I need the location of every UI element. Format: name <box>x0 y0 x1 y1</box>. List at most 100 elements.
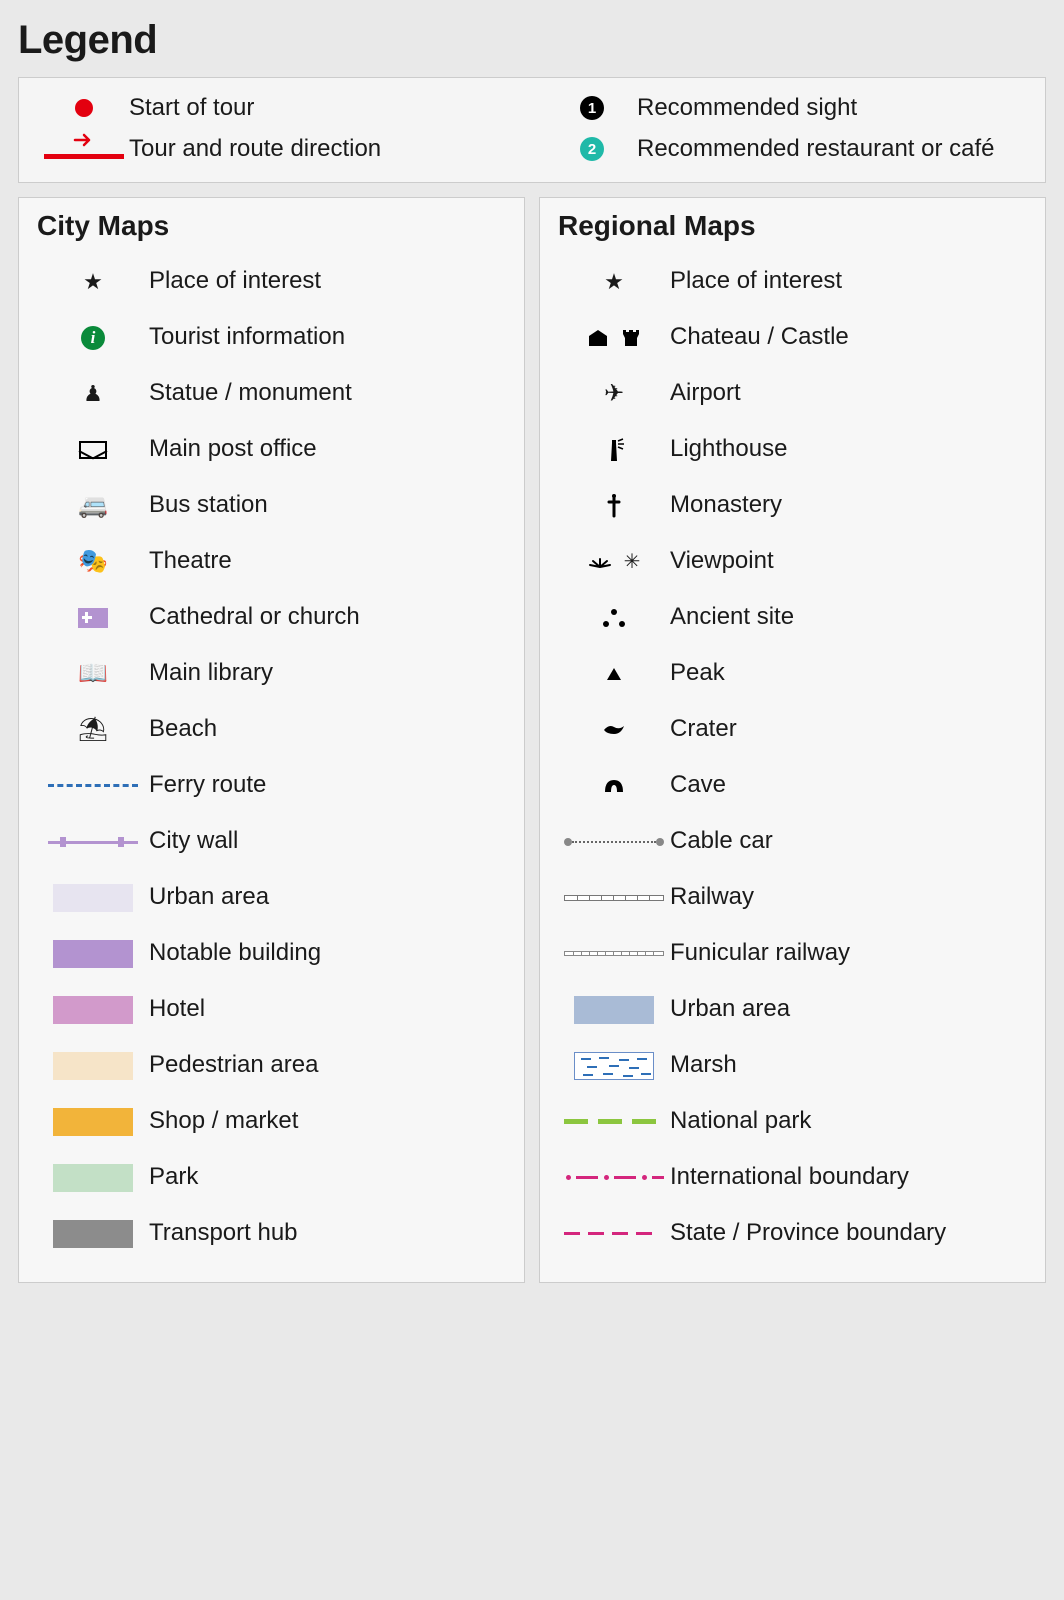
sw-ped-swatch-icon <box>53 1052 133 1080</box>
monastery-icon <box>606 494 622 518</box>
star-icon: ★ <box>83 269 103 295</box>
city-item-beach: ⛱ Beach <box>37 702 506 758</box>
regional-label: Ancient site <box>670 603 794 632</box>
city-maps-heading: City Maps <box>37 210 506 242</box>
city-item-ferry: Ferry route <box>37 758 506 814</box>
cable-car-icon <box>564 838 664 846</box>
sw-notable-swatch-icon <box>53 940 133 968</box>
legend-columns: City Maps ★ Place of interest iTourist inf… <box>18 197 1046 1283</box>
regional-item-airport: ✈ Airport <box>558 366 1027 422</box>
sw-hotel-swatch-icon <box>53 996 133 1024</box>
city-label: Hotel <box>149 995 205 1024</box>
city-label: Main post office <box>149 435 317 464</box>
regional-label: International boundary <box>670 1163 909 1192</box>
legend-row-restaurant: 2 Recommended restaurant or café <box>547 135 1025 164</box>
peak-icon <box>607 668 621 680</box>
tour-direction-icon <box>44 135 124 163</box>
regional-label: Cable car <box>670 827 773 856</box>
airport-icon: ✈ <box>604 382 624 406</box>
regional-item-marsh: Marsh <box>558 1038 1027 1094</box>
funicular-icon <box>564 951 664 956</box>
city-maps-panel: City Maps ★ Place of interest iTourist inf… <box>18 197 525 1283</box>
city-item-post: Main post office <box>37 422 506 478</box>
city-label: Transport hub <box>149 1219 298 1248</box>
regional-item-cablecar: Cable car <box>558 814 1027 870</box>
regional-item-railway: Railway <box>558 870 1027 926</box>
crater-icon <box>601 722 627 738</box>
regional-item-natpark: National park <box>558 1094 1027 1150</box>
city-item-sw-hotel: Hotel <box>37 982 506 1038</box>
church-icon <box>78 608 108 628</box>
city-label: Tourist information <box>149 323 345 352</box>
regional-label: Marsh <box>670 1051 737 1080</box>
legend-row-direction: Tour and route direction <box>39 135 517 164</box>
regional-label: State / Province boundary <box>670 1219 946 1248</box>
cave-icon <box>603 776 625 796</box>
regional-label: Chateau / Castle <box>670 323 849 352</box>
regional-label: Peak <box>670 659 725 688</box>
tour-legend-box: Start of tour 1 Recommended sight Tour a… <box>18 77 1046 183</box>
city-label: Statue / monument <box>149 379 352 408</box>
regional-item-intl: International boundary <box>558 1150 1027 1206</box>
sw-urban-reg-swatch-icon <box>574 996 654 1024</box>
ancient-site-icon <box>603 609 625 627</box>
railway-icon <box>564 895 664 901</box>
bus-icon: 🚐 <box>78 494 108 518</box>
city-item-citywall: City wall <box>37 814 506 870</box>
city-item-info: iTourist information <box>37 310 506 366</box>
lighthouse-icon <box>601 437 627 463</box>
city-label: Place of interest <box>149 267 321 296</box>
regional-label: Railway <box>670 883 754 912</box>
legend-row-start: Start of tour <box>39 94 517 123</box>
sight-number-icon: 1 <box>580 96 604 120</box>
city-item-bus: 🚐 Bus station <box>37 478 506 534</box>
city-label: Park <box>149 1163 198 1192</box>
sw-urban-city-swatch-icon <box>53 884 133 912</box>
marsh-icon <box>574 1052 654 1080</box>
city-item-sw-urban-city: Urban area <box>37 870 506 926</box>
city-item-church: Cathedral or church <box>37 590 506 646</box>
city-item-sw-notable: Notable building <box>37 926 506 982</box>
city-label: Notable building <box>149 939 321 968</box>
city-item-theatre: 🎭Theatre <box>37 534 506 590</box>
restaurant-label: Recommended restaurant or café <box>637 135 995 164</box>
regional-item-peak: Peak <box>558 646 1027 702</box>
city-item-sw-ped: Pedestrian area <box>37 1038 506 1094</box>
regional-item-viewpoint: ✳Viewpoint <box>558 534 1027 590</box>
regional-label: Urban area <box>670 995 790 1024</box>
library-icon: 📖 <box>78 662 108 686</box>
sw-transport-swatch-icon <box>53 1220 133 1248</box>
ferry-route-icon <box>48 784 138 787</box>
restaurant-number-icon: 2 <box>580 137 604 161</box>
city-label: Pedestrian area <box>149 1051 318 1080</box>
theatre-icon: 🎭 <box>78 550 108 574</box>
city-item-sw-transport: Transport hub <box>37 1206 506 1262</box>
start-dot-icon <box>75 99 93 117</box>
city-label: Beach <box>149 715 217 744</box>
regional-item-funicular: Funicular railway <box>558 926 1027 982</box>
post-office-icon <box>79 441 107 459</box>
city-label: Ferry route <box>149 771 266 800</box>
regional-item-cave: Cave <box>558 758 1027 814</box>
regional-label: Airport <box>670 379 741 408</box>
intl-boundary-icon <box>564 1175 664 1180</box>
castle-icon <box>587 328 641 348</box>
star-icon: ★ <box>604 269 624 295</box>
regional-item-castle: Chateau / Castle <box>558 310 1027 366</box>
city-label: Cathedral or church <box>149 603 360 632</box>
regional-label: Monastery <box>670 491 782 520</box>
city-item-statue: ♟Statue / monument <box>37 366 506 422</box>
viewpoint-icon: ✳ <box>588 549 641 574</box>
regional-maps-heading: Regional Maps <box>558 210 1027 242</box>
city-item-star: ★ Place of interest <box>37 254 506 310</box>
regional-maps-panel: Regional Maps ★Place of interestChateau … <box>539 197 1046 1283</box>
beach-icon: ⛱ <box>78 718 108 742</box>
city-label: Shop / market <box>149 1107 298 1136</box>
city-label: Bus station <box>149 491 268 520</box>
start-label: Start of tour <box>129 94 254 123</box>
regional-label: Lighthouse <box>670 435 787 464</box>
city-item-library: 📖Main library <box>37 646 506 702</box>
regional-item-crater: Crater <box>558 702 1027 758</box>
legend-title: Legend <box>18 18 1046 63</box>
city-item-sw-shop: Shop / market <box>37 1094 506 1150</box>
